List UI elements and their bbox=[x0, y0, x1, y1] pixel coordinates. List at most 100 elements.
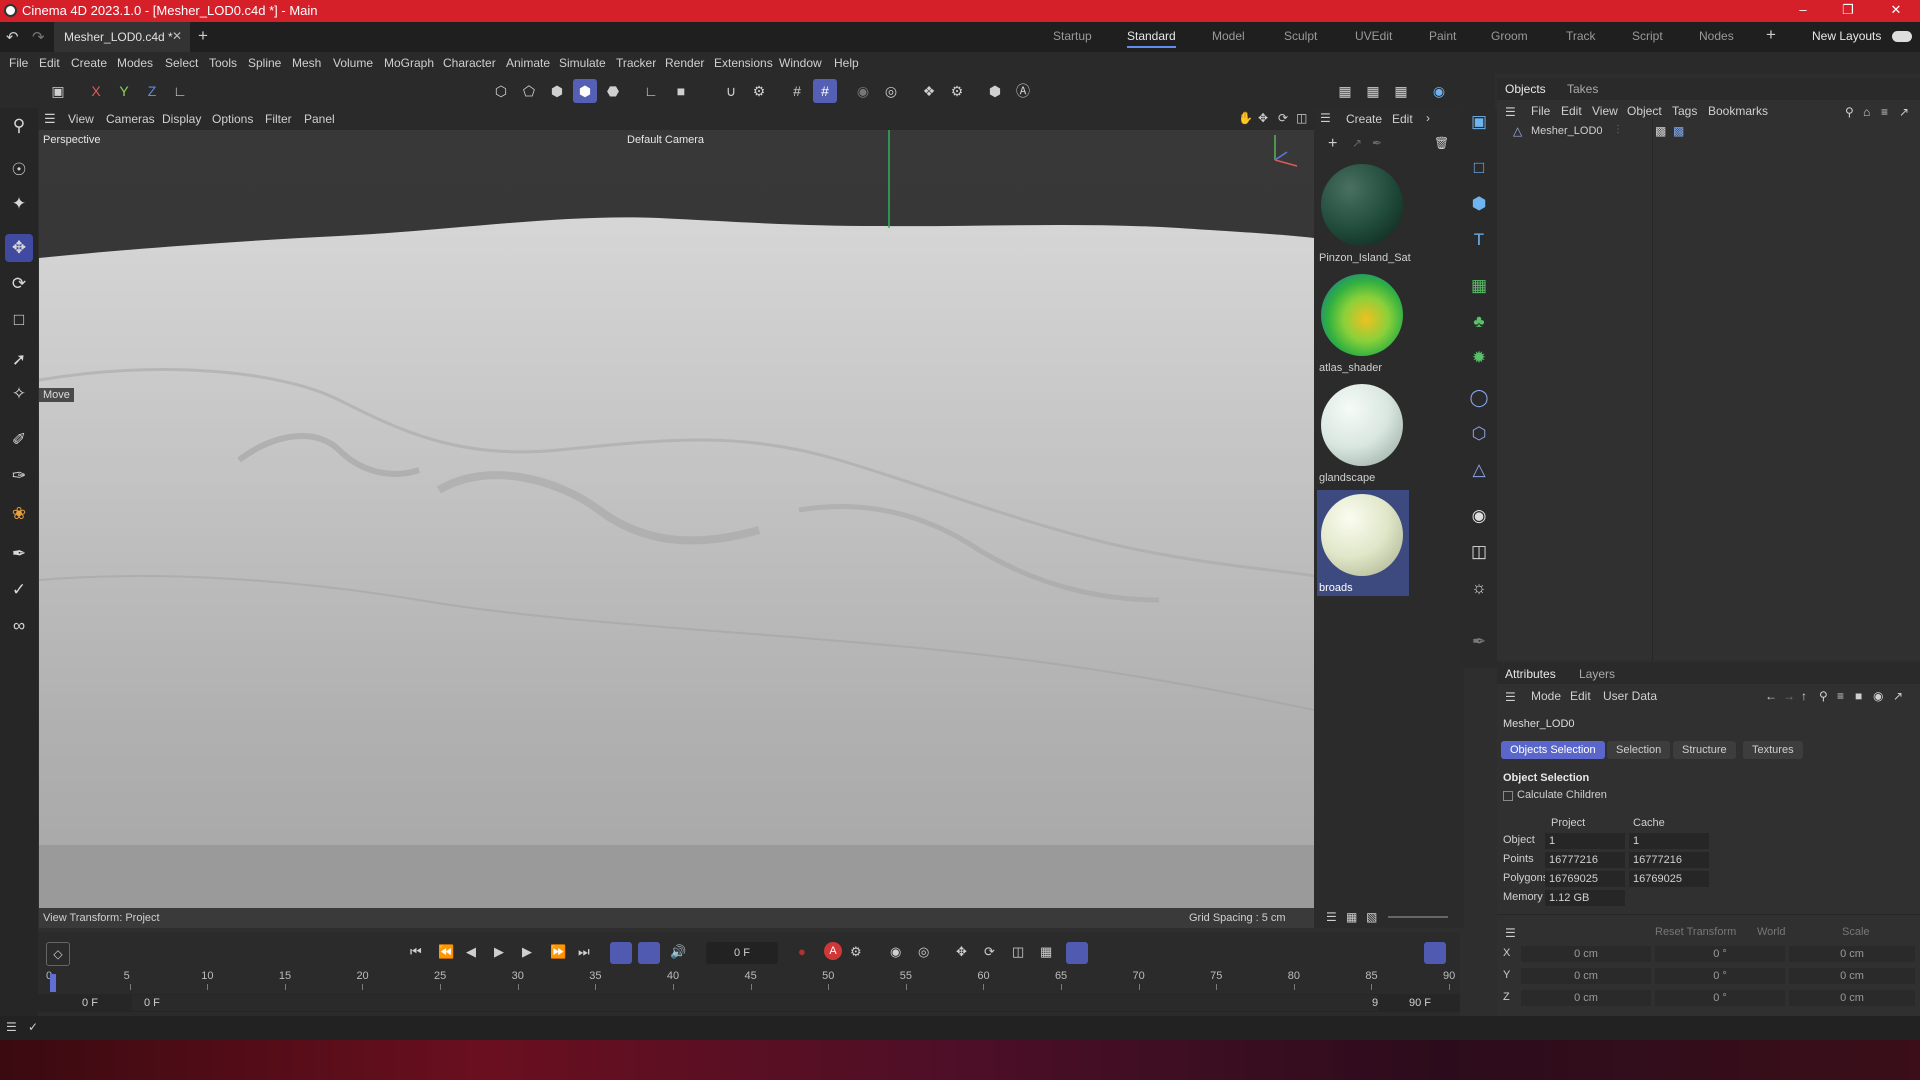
next-frame-icon[interactable]: ▶ bbox=[522, 944, 532, 960]
render-view-icon[interactable]: ◎ bbox=[879, 79, 903, 103]
scale-key-icon[interactable]: ◫ bbox=[1012, 944, 1024, 960]
material-link-icon[interactable]: ↗ bbox=[1352, 136, 1362, 150]
preview-range-slider[interactable]: 0 F 90 F bbox=[132, 995, 1402, 1011]
y-rotation-field[interactable]: 0 ° bbox=[1655, 968, 1785, 984]
edges-mode-icon[interactable]: ⬠ bbox=[517, 79, 541, 103]
go-to-start-icon[interactable]: ⏮ bbox=[410, 944, 422, 960]
material-menu-create[interactable]: Create bbox=[1346, 112, 1382, 126]
auto-key-icon[interactable]: Ⓐ bbox=[1011, 79, 1035, 103]
viewport-menu-filter[interactable]: Filter bbox=[265, 112, 292, 126]
viewport-menu-panel[interactable]: Panel bbox=[304, 112, 335, 126]
undo-icon[interactable]: ↶ bbox=[6, 28, 19, 46]
menu-edit[interactable]: Edit bbox=[39, 56, 60, 70]
attribute-filter-icon[interactable]: ≡ bbox=[1837, 689, 1844, 703]
minimize-icon[interactable]: – bbox=[1783, 2, 1823, 20]
x-axis-toggle[interactable]: X bbox=[84, 79, 108, 103]
light-icon[interactable]: ☼ bbox=[1465, 574, 1493, 602]
previous-frame-icon[interactable]: ◀ bbox=[466, 944, 476, 960]
world-dropdown[interactable]: World bbox=[1757, 926, 1786, 938]
lock-icon[interactable]: ■ bbox=[1855, 689, 1862, 703]
material-edit-icon[interactable]: ✒ bbox=[1372, 136, 1382, 150]
menu-tools[interactable]: Tools bbox=[209, 56, 237, 70]
transform-tool-icon[interactable]: ➚ bbox=[5, 346, 33, 374]
material-pinzon-island-sat[interactable]: Pinzon_Island_Sat bbox=[1317, 160, 1411, 266]
new-layouts-button[interactable]: New Layouts bbox=[1812, 29, 1881, 43]
material-tag-icon[interactable]: ▩ bbox=[1673, 124, 1684, 138]
subtab-textures[interactable]: Textures bbox=[1743, 741, 1803, 759]
go-to-end-icon[interactable]: ⏭ bbox=[578, 944, 590, 960]
object-mode-icon[interactable]: ▣ bbox=[46, 79, 70, 103]
layout-standard[interactable]: Standard bbox=[1127, 29, 1176, 48]
large-view-icon[interactable]: ▧ bbox=[1366, 910, 1377, 924]
text-object-icon[interactable]: T bbox=[1465, 226, 1493, 254]
up-arrow-icon[interactable]: ↑ bbox=[1801, 689, 1807, 703]
hamburger-icon[interactable]: ☰ bbox=[44, 111, 56, 127]
viewport-menu-view[interactable]: View bbox=[68, 112, 94, 126]
camera-icon[interactable]: ◫ bbox=[1465, 538, 1493, 566]
menu-render[interactable]: Render bbox=[665, 56, 704, 70]
current-frame-field[interactable]: 0 F bbox=[706, 942, 778, 964]
attribute-menu-mode[interactable]: Mode bbox=[1531, 689, 1561, 703]
add-layout-icon[interactable]: + bbox=[1766, 25, 1776, 45]
keyframe-diamond-icon[interactable]: ◇ bbox=[46, 942, 70, 966]
menu-select[interactable]: Select bbox=[165, 56, 198, 70]
layout-script[interactable]: Script bbox=[1632, 29, 1663, 43]
solo-icon[interactable]: ■ bbox=[669, 79, 693, 103]
next-key-icon[interactable]: ⏩ bbox=[550, 944, 566, 960]
selection-tools-icon[interactable]: ✦ bbox=[5, 190, 33, 218]
add-material-icon[interactable]: + bbox=[1328, 135, 1337, 153]
object-menu-edit[interactable]: Edit bbox=[1561, 104, 1582, 118]
object-menu-bookmarks[interactable]: Bookmarks bbox=[1708, 104, 1768, 118]
menu-file[interactable]: File bbox=[9, 56, 28, 70]
forward-arrow-icon[interactable]: → bbox=[1783, 689, 1795, 703]
list-view-icon[interactable]: ☰ bbox=[1326, 910, 1337, 924]
menu-volume[interactable]: Volume bbox=[333, 56, 373, 70]
menu-simulate[interactable]: Simulate bbox=[559, 56, 606, 70]
layout-toggle[interactable] bbox=[1892, 31, 1912, 42]
viewport-layout-icon[interactable]: ▣ bbox=[1465, 108, 1493, 136]
previous-key-icon[interactable]: ⏪ bbox=[438, 944, 454, 960]
spline-icon[interactable]: △ bbox=[1465, 456, 1493, 484]
point-level-animation-icon[interactable] bbox=[1066, 942, 1088, 964]
scene-start-field[interactable]: 0 F bbox=[48, 995, 128, 1011]
deformer-icon[interactable]: ◯ bbox=[1465, 384, 1493, 412]
object-menu-tags[interactable]: Tags bbox=[1672, 104, 1697, 118]
dolly-view-icon[interactable]: ✥ bbox=[1258, 111, 1268, 125]
model-mode-icon[interactable]: ⬢ bbox=[573, 79, 597, 103]
y-axis-toggle[interactable]: Y bbox=[112, 79, 136, 103]
subtab-structure[interactable]: Structure bbox=[1673, 741, 1736, 759]
subtab-selection[interactable]: Selection bbox=[1607, 741, 1671, 759]
scale-dropdown[interactable]: Scale bbox=[1842, 926, 1870, 938]
record-icon[interactable]: ● bbox=[798, 944, 806, 959]
tab-attributes[interactable]: Attributes bbox=[1505, 667, 1556, 681]
tab-objects[interactable]: Objects bbox=[1505, 82, 1546, 96]
placement-tool-icon[interactable]: ✧ bbox=[5, 380, 33, 408]
axis-mode-icon[interactable]: ∟ bbox=[639, 79, 663, 103]
object-menu-view[interactable]: View bbox=[1592, 104, 1618, 118]
coordinates-hamburger-icon[interactable]: ☰ bbox=[1505, 926, 1516, 940]
knife-tool-icon[interactable]: ✓ bbox=[5, 576, 33, 604]
reset-transform-button[interactable]: Reset Transform bbox=[1655, 926, 1736, 938]
phong-tag-icon[interactable]: ▩ bbox=[1655, 124, 1666, 138]
sketch-icon[interactable]: ✒ bbox=[1465, 628, 1493, 656]
attribute-new-window-icon[interactable]: ↗ bbox=[1893, 689, 1903, 703]
close-tab-icon[interactable]: ✕ bbox=[172, 29, 182, 43]
tab-takes[interactable]: Takes bbox=[1567, 82, 1598, 96]
layout-uvedit[interactable]: UVEdit bbox=[1355, 29, 1392, 43]
object-menu-file[interactable]: File bbox=[1531, 104, 1550, 118]
viewport-menu-options[interactable]: Options bbox=[212, 112, 253, 126]
pan-view-icon[interactable]: ✋ bbox=[1238, 111, 1253, 125]
scene-end-field[interactable]: 90 F bbox=[1378, 995, 1458, 1011]
material-more-icon[interactable]: › bbox=[1426, 111, 1430, 125]
polygons-mode-icon[interactable]: ⬢ bbox=[545, 79, 569, 103]
rotate-tool-icon[interactable]: ⟳ bbox=[5, 270, 33, 298]
playhead[interactable] bbox=[50, 974, 56, 992]
maximize-view-icon[interactable]: ◫ bbox=[1296, 111, 1307, 125]
object-row[interactable]: △ Mesher_LOD0 ⋮ ▩ ▩ bbox=[1497, 122, 1920, 140]
render-region-icon[interactable]: ◉ bbox=[851, 79, 875, 103]
viewport-menu-cameras[interactable]: Cameras bbox=[106, 112, 155, 126]
menu-mesh[interactable]: Mesh bbox=[292, 56, 321, 70]
coordinate-system-icon[interactable]: ∟ bbox=[168, 79, 192, 103]
tab-layers[interactable]: Layers bbox=[1579, 667, 1615, 681]
grid-view-icon[interactable]: ▦ bbox=[1346, 910, 1357, 924]
